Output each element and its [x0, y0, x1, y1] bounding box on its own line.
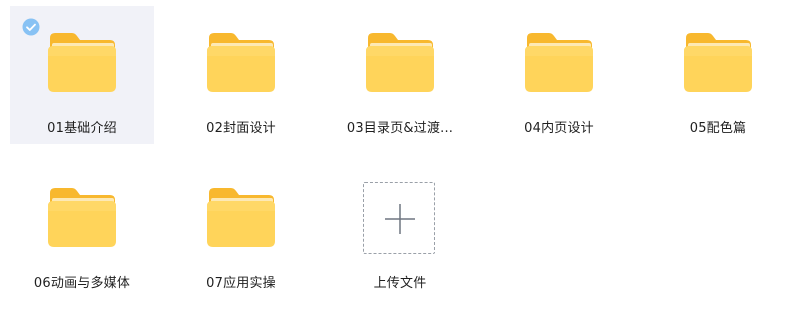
folder-tile-06[interactable]: 06动画与多媒体 [10, 161, 154, 299]
folder-icon [205, 32, 277, 94]
folder-name: 01基础介绍 [47, 121, 117, 136]
file-grid: 01基础介绍 02封面设计 03目录页&过渡... 04内页设计 05配色篇 0… [0, 0, 800, 326]
folder-name: 02封面设计 [206, 121, 276, 136]
upload-button[interactable] [363, 182, 435, 254]
folder-icon [205, 187, 277, 249]
folder-icon [46, 187, 118, 249]
folder-tile-01[interactable]: 01基础介绍 [10, 6, 154, 144]
folder-name: 07应用实操 [206, 276, 276, 291]
upload-label: 上传文件 [373, 276, 427, 291]
folder-tile-04[interactable]: 04内页设计 [487, 6, 631, 144]
folder-tile-05[interactable]: 05配色篇 [646, 6, 790, 144]
folder-icon [364, 32, 436, 94]
check-circle-icon[interactable] [22, 18, 40, 36]
upload-file-tile[interactable]: 上传文件 [328, 161, 472, 299]
folder-tile-02[interactable]: 02封面设计 [169, 6, 313, 144]
folder-name: 03目录页&过渡... [346, 121, 454, 136]
folder-name: 04内页设计 [524, 121, 594, 136]
folder-name: 05配色篇 [689, 121, 747, 136]
folder-icon [682, 32, 754, 94]
folder-name: 06动画与多媒体 [33, 276, 131, 291]
folder-tile-03[interactable]: 03目录页&过渡... [328, 6, 472, 144]
folder-icon [46, 32, 118, 94]
plus-icon [385, 204, 415, 234]
folder-tile-07[interactable]: 07应用实操 [169, 161, 313, 299]
folder-icon [523, 32, 595, 94]
